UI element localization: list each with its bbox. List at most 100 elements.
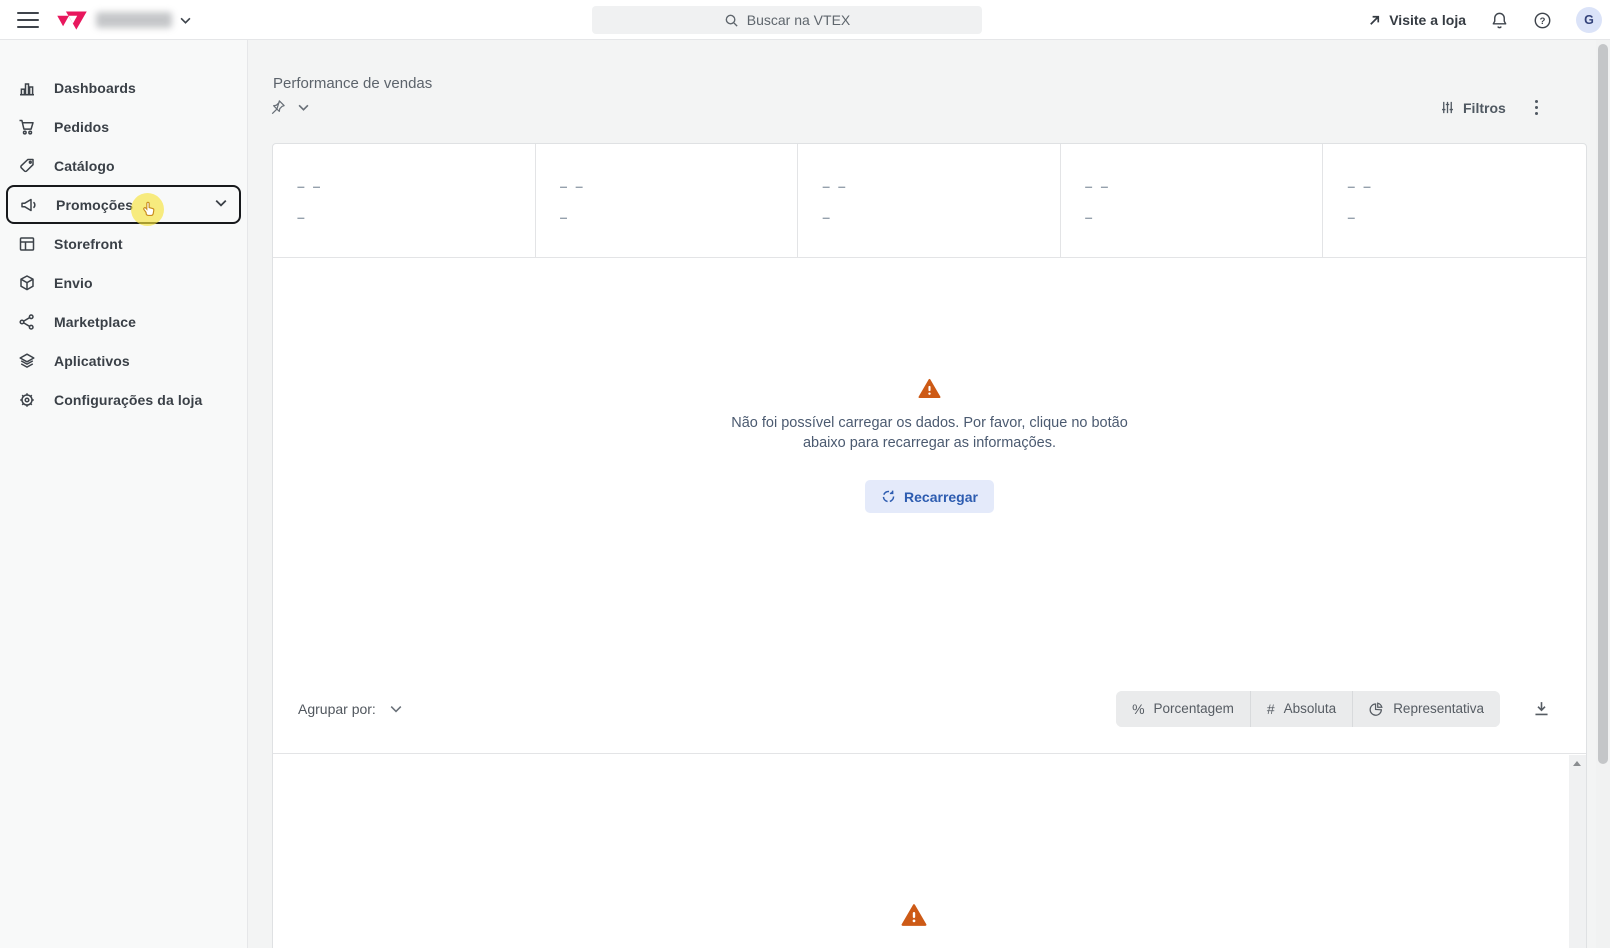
sidebar-item-catalogo[interactable]: Catálogo [0, 146, 247, 185]
chevron-down-icon[interactable] [298, 104, 309, 111]
panel-scrollbar[interactable] [1569, 755, 1586, 948]
help-button[interactable]: ? [1533, 11, 1552, 30]
hand-cursor-icon [139, 200, 158, 219]
grouped-chart-panel [273, 754, 1586, 948]
kpi-card: – – – [798, 144, 1061, 257]
sidebar-item-envio[interactable]: Envio [0, 263, 247, 302]
chevron-down-icon [390, 705, 402, 713]
search-input[interactable]: Buscar na VTEX [592, 6, 982, 34]
sidebar-item-label: Pedidos [54, 119, 109, 135]
kpi-delta-placeholder: – [297, 209, 535, 225]
search-placeholder: Buscar na VTEX [747, 12, 851, 28]
sidebar-item-label: Marketplace [54, 314, 136, 330]
sidebar-item-aplicativos[interactable]: Aplicativos [0, 341, 247, 380]
sidebar-item-pedidos[interactable]: Pedidos [0, 107, 247, 146]
group-by-select[interactable]: Agrupar por: [298, 701, 402, 717]
kpi-card: – – – [1061, 144, 1324, 257]
filters-label: Filtros [1463, 100, 1506, 116]
bar-chart-icon [18, 79, 36, 97]
sidebar: Dashboards Pedidos Catálogo [0, 40, 248, 948]
view-label: Absoluta [1284, 701, 1337, 716]
chart-error-zone: Não foi possível carregar os dados. Por … [273, 258, 1586, 664]
notifications-button[interactable] [1490, 11, 1509, 30]
kpi-delta-placeholder: – [1347, 209, 1586, 225]
kpi-value-placeholder: – – [1085, 178, 1323, 194]
layout-icon [18, 235, 36, 253]
filters-button[interactable]: Filtros [1440, 100, 1506, 116]
avatar[interactable]: G [1576, 7, 1602, 33]
page-title: Performance de vendas [273, 75, 432, 92]
chevron-down-icon [180, 17, 191, 24]
kpi-delta-placeholder: – [1085, 209, 1323, 225]
view-absolute-button[interactable]: # Absoluta [1251, 691, 1353, 727]
svg-text:?: ? [1540, 15, 1546, 26]
group-by-label: Agrupar por: [298, 701, 376, 717]
kpi-card: – – – [1323, 144, 1586, 257]
kpi-card: – – – [273, 144, 536, 257]
tag-icon [18, 157, 36, 175]
view-percentage-button[interactable]: % Porcentagem [1116, 691, 1251, 727]
click-highlight [131, 193, 164, 226]
refresh-icon [881, 489, 896, 504]
sidebar-item-label: Dashboards [54, 80, 136, 96]
layers-icon [18, 352, 36, 370]
kpi-delta-placeholder: – [822, 209, 1060, 225]
search-icon [724, 13, 739, 28]
account-name-redacted [96, 12, 172, 28]
pie-chart-icon [1369, 701, 1384, 716]
kpi-card: – – – [536, 144, 799, 257]
view-label: Porcentagem [1154, 701, 1234, 716]
sidebar-item-dashboards[interactable]: Dashboards [0, 68, 247, 107]
sidebar-item-storefront[interactable]: Storefront [0, 224, 247, 263]
download-icon[interactable] [1533, 700, 1550, 717]
kpi-delta-placeholder: – [560, 209, 798, 225]
account-switcher[interactable] [96, 12, 191, 28]
topbar: Buscar na VTEX Visite a loja [0, 0, 1610, 40]
visit-store-button[interactable]: Visite a loja [1367, 12, 1466, 28]
sidebar-item-label: Promoções [56, 197, 133, 213]
view-mode-segmented-control: % Porcentagem # Absoluta Representativa [1116, 691, 1500, 727]
kpi-value-placeholder: – – [560, 178, 798, 194]
sidebar-item-configuracoes[interactable]: Configurações da loja [0, 380, 247, 419]
scroll-up-arrow-icon[interactable] [1573, 761, 1581, 766]
sidebar-item-marketplace[interactable]: Marketplace [0, 302, 247, 341]
warning-icon [901, 903, 927, 927]
scrollbar-thumb[interactable] [1598, 44, 1608, 764]
reload-label: Recarregar [904, 489, 978, 505]
group-toolbar: Agrupar por: % Porcentagem # Absoluta [273, 664, 1586, 754]
sidebar-item-label: Configurações da loja [54, 392, 202, 408]
kpi-row: – – – – – – – – – – – – – – – [273, 144, 1586, 258]
hash-icon: # [1267, 701, 1275, 717]
pin-icon[interactable] [269, 99, 286, 116]
sidebar-item-label: Storefront [54, 236, 123, 252]
box-icon [18, 274, 36, 292]
percent-icon: % [1132, 701, 1144, 717]
kpi-value-placeholder: – – [822, 178, 1060, 194]
more-options-icon[interactable] [1532, 97, 1541, 118]
view-label: Representativa [1393, 701, 1484, 716]
avatar-initial: G [1584, 13, 1594, 27]
kpi-value-placeholder: – – [1347, 178, 1586, 194]
vtex-admin-window: Buscar na VTEX Visite a loja [0, 0, 1610, 948]
share-icon [18, 313, 36, 331]
sidebar-item-label: Envio [54, 275, 93, 291]
chevron-down-icon[interactable] [215, 199, 227, 207]
warning-icon [918, 378, 941, 399]
view-representative-button[interactable]: Representativa [1353, 691, 1500, 727]
error-message: Não foi possível carregar os dados. Por … [731, 413, 1128, 453]
visit-store-label: Visite a loja [1389, 12, 1466, 28]
cart-icon [18, 118, 36, 136]
menu-icon[interactable] [17, 12, 39, 28]
sliders-icon [1440, 100, 1455, 115]
megaphone-icon [20, 196, 38, 214]
page-scrollbar[interactable] [1596, 40, 1610, 948]
sidebar-item-promocoes[interactable]: Promoções [6, 185, 241, 224]
sidebar-item-label: Catálogo [54, 158, 115, 174]
vtex-logo [56, 8, 88, 34]
kpi-value-placeholder: – – [297, 178, 535, 194]
sales-performance-card: – – – – – – – – – – – – – – – [272, 143, 1587, 948]
reload-button[interactable]: Recarregar [865, 480, 994, 513]
arrow-up-right-icon [1367, 13, 1382, 28]
gear-icon [18, 391, 36, 409]
sidebar-item-label: Aplicativos [54, 353, 130, 369]
